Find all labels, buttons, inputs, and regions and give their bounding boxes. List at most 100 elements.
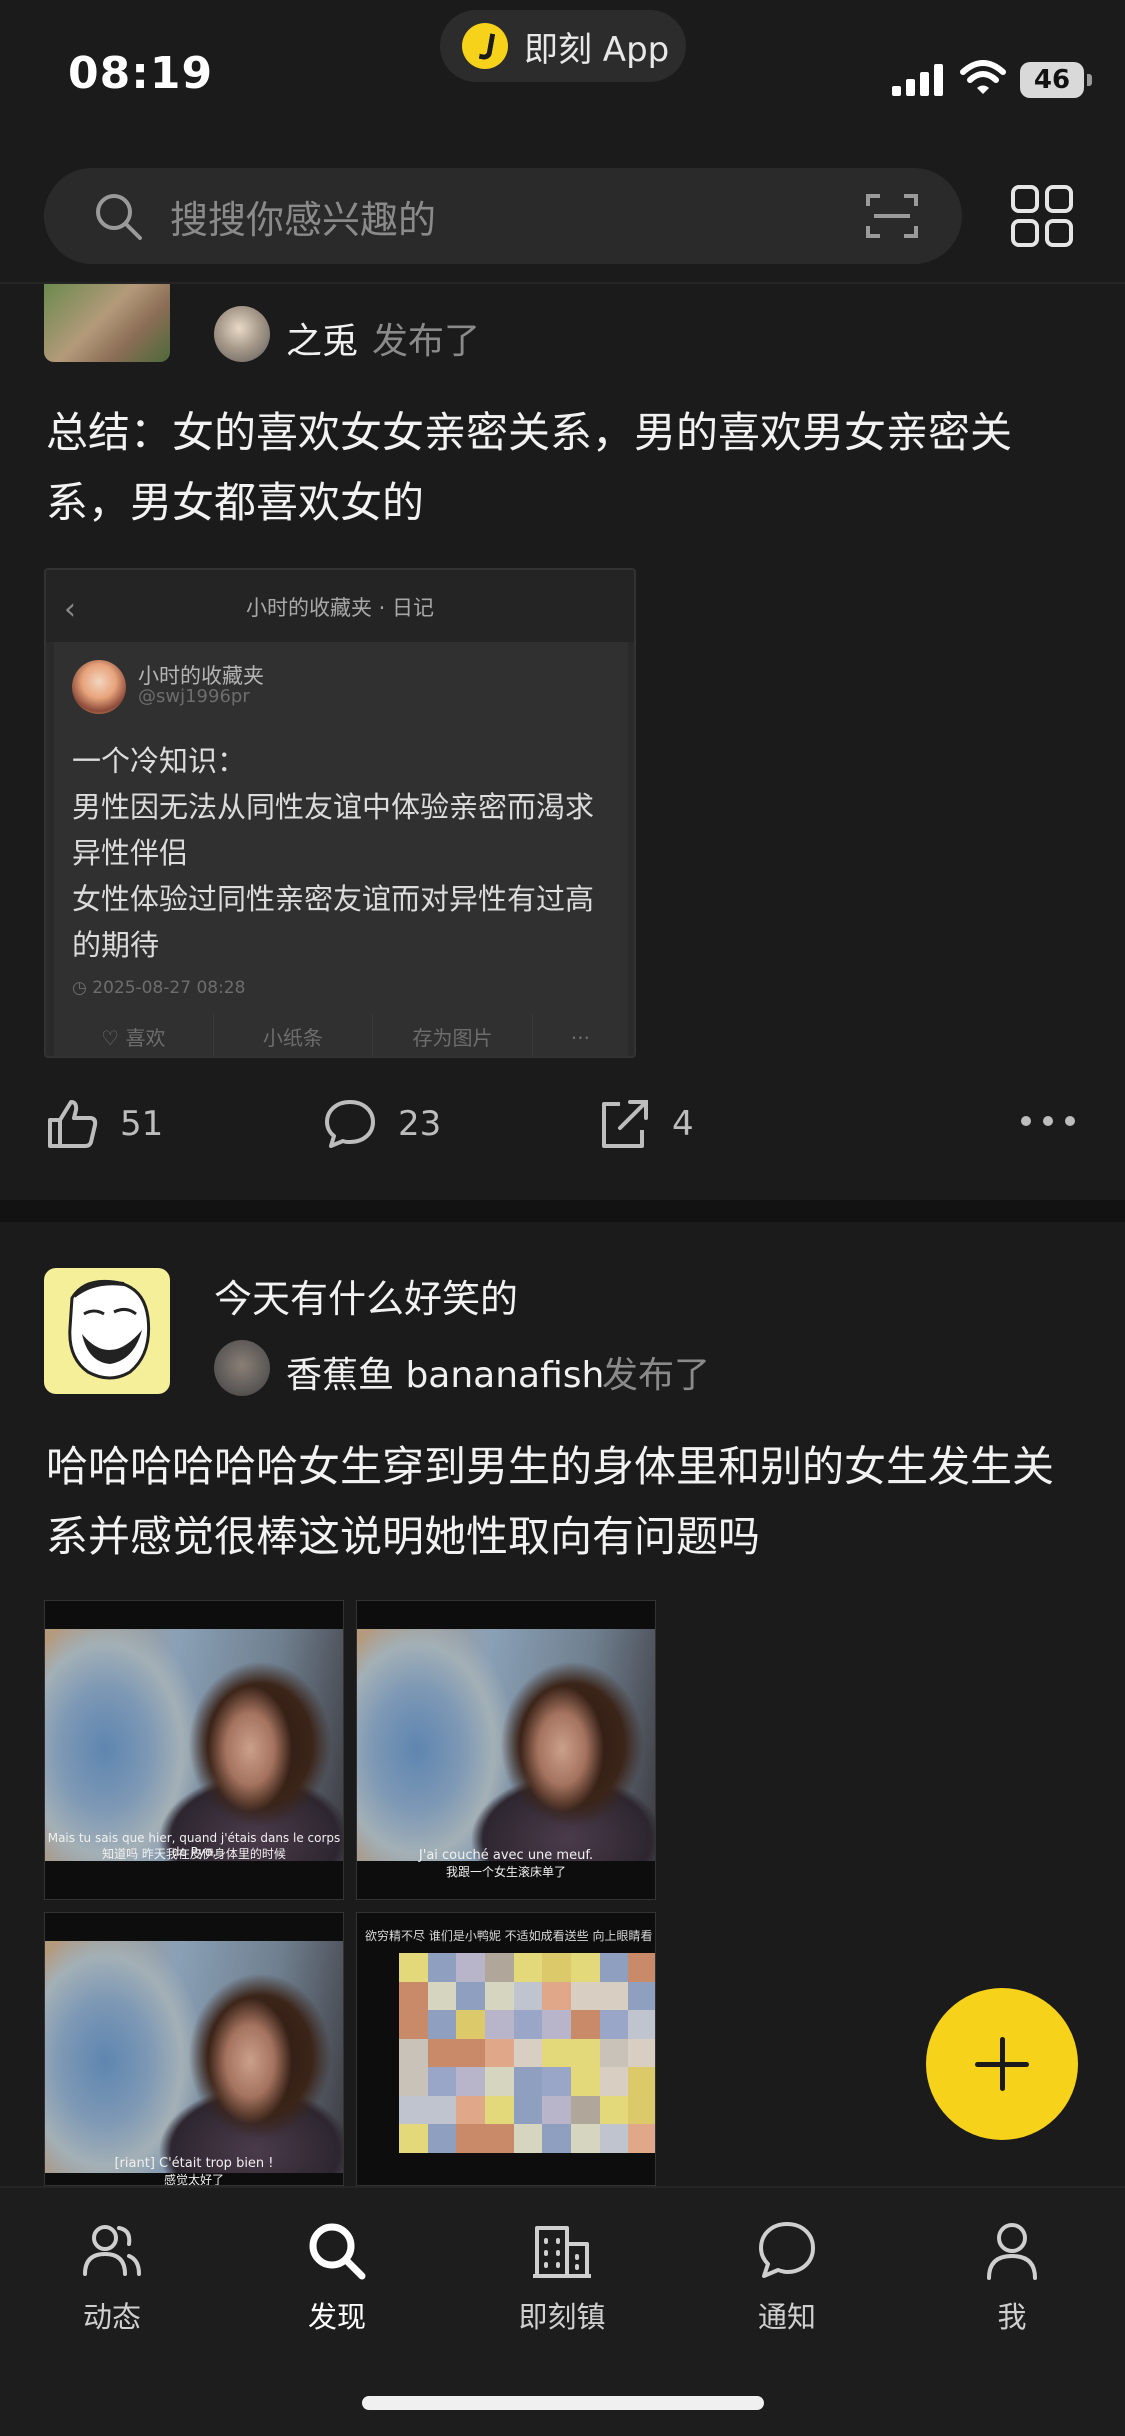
mosaic-tile	[570, 1953, 600, 1982]
mosaic-tile	[513, 1981, 543, 2011]
wifi-icon	[960, 60, 1006, 94]
mosaic-tile	[628, 1953, 655, 1982]
mosaic-tile	[456, 1953, 485, 1982]
app-pill-label: 即刻 App	[524, 29, 670, 70]
mosaic-tile	[542, 2095, 571, 2125]
pixelated-mosaic	[399, 1953, 655, 2153]
tab-feed[interactable]: 动态	[22, 2218, 202, 2336]
post1-text[interactable]: 总结：女的喜欢女女亲密关系，男的喜欢男女亲密关系，男女都喜欢女的	[46, 398, 1086, 538]
post1-comment-button[interactable]: 23	[322, 1096, 441, 1152]
post1-image[interactable]: ‹ 小时的收藏夹 · 日记 小时的收藏夹 @swj1996pr 一个冷知识： 男…	[44, 568, 636, 1058]
create-post-button[interactable]	[926, 1988, 1078, 2140]
tab-label: 动态	[82, 2300, 141, 2334]
tab-notifications[interactable]: 通知	[697, 2218, 877, 2336]
search-placeholder: 搜搜你感兴趣的	[170, 197, 437, 242]
post2-published-label: 发布了	[602, 1355, 711, 1396]
post2-image[interactable]: [riant] C'était trop bien ! 感觉太好了	[44, 1912, 344, 2186]
post2-image[interactable]: J'ai couché avec une meuf. 我跟一个女生滚床单了	[356, 1600, 656, 1900]
mosaic-tile	[570, 2124, 600, 2153]
mosaic-tile	[599, 1981, 629, 2011]
mosaic-tile	[542, 1953, 571, 1982]
post-separator	[0, 1200, 1125, 1222]
mosaic-tile	[542, 2038, 571, 2068]
post1-share-button[interactable]: 4	[596, 1096, 694, 1152]
mosaic-tile	[599, 2010, 629, 2039]
cellular-signal-icon	[892, 64, 943, 96]
mosaic-tile	[399, 1953, 428, 1982]
image-subtitle: 我跟一个女生滚床单了	[445, 1865, 566, 1879]
grid-menu-icon[interactable]	[1010, 184, 1074, 248]
mosaic-tile	[427, 2038, 457, 2068]
mosaic-tile	[484, 2038, 514, 2068]
thumbs-up-icon	[48, 1100, 98, 1148]
tab-me[interactable]: 我	[922, 2218, 1102, 2336]
image-subtitle: J'ai couché avec une meuf.	[418, 1848, 594, 1863]
image-caption: 欲穷精不尽 谁们是小鸭妮 不适如成看送些 向上眼睛看	[365, 1929, 653, 1943]
post1-author-avatar[interactable]	[214, 306, 270, 362]
mosaic-tile	[599, 2095, 629, 2125]
battery-indicator: 46	[1020, 62, 1092, 98]
post2-author[interactable]: 香蕉鱼 bananafish	[286, 1346, 604, 1398]
building-icon	[533, 2226, 591, 2278]
tab-jike-town[interactable]: 即刻镇	[472, 2218, 652, 2336]
mosaic-tile	[456, 2067, 485, 2096]
mosaic-tile	[542, 2010, 571, 2039]
post1-topic-avatar[interactable]	[44, 284, 170, 362]
shot-card: 小时的收藏夹 @swj1996pr 一个冷知识： 男性因无法从同性友谊中体验亲密…	[54, 642, 628, 1056]
mosaic-tile	[542, 1981, 571, 2011]
mosaic-tile	[484, 1981, 514, 2011]
post2-image[interactable]: Mais tu sais que hier, quand j'étais dan…	[44, 1600, 344, 1900]
mosaic-tile	[427, 2010, 457, 2039]
mosaic-tile	[484, 1953, 514, 1982]
troll-face-icon	[68, 1279, 151, 1380]
shot-action: 小纸条	[214, 1014, 374, 1056]
share-icon	[602, 1100, 648, 1148]
post2-topic-avatar[interactable]	[44, 1268, 170, 1394]
post1-share-count: 4	[672, 1104, 694, 1144]
chat-bubble-icon	[759, 2222, 815, 2278]
mosaic-tile	[628, 2124, 655, 2153]
post1-author[interactable]: 之兎	[286, 312, 358, 364]
mosaic-tile	[628, 2095, 655, 2125]
mosaic-tile	[456, 1981, 485, 2011]
tab-label: 通知	[757, 2300, 816, 2334]
mosaic-tile	[427, 2124, 457, 2153]
shot-line: 一个冷知识：	[72, 744, 247, 778]
post2-text[interactable]: 哈哈哈哈哈哈女生穿到男生的身体里和别的女生发生关系并感觉很棒这说明她性取向有问题…	[46, 1432, 1086, 1572]
tab-label: 我	[997, 2300, 1027, 2334]
mosaic-tile	[513, 2124, 543, 2153]
post2-image-censored[interactable]: 欲穷精不尽 谁们是小鸭妮 不适如成看送些 向上眼睛看	[356, 1912, 656, 2186]
mosaic-tile	[427, 1953, 457, 1982]
post2-author-avatar[interactable]	[214, 1340, 270, 1396]
mosaic-tile	[542, 2124, 571, 2153]
mosaic-tile	[427, 2095, 457, 2125]
shot-date-text: 2025-08-27 08:28	[92, 978, 246, 998]
shot-action: ···	[570, 1026, 590, 1050]
shot-actions: ♡ 喜欢 小纸条 存为图片 ···	[54, 1014, 628, 1056]
post1-like-count: 51	[120, 1104, 164, 1144]
shot-avatar	[72, 660, 126, 714]
more-options-icon[interactable]	[1020, 1110, 1076, 1132]
scan-icon[interactable]	[866, 192, 918, 240]
mosaic-tile	[599, 2124, 629, 2153]
search-bar[interactable]: 搜搜你感兴趣的	[44, 168, 962, 264]
mosaic-tile	[513, 1953, 543, 1982]
shot-date: ◷ 2025-08-27 08:28	[72, 978, 246, 998]
post2-topic[interactable]: 今天有什么好笑的	[214, 1268, 518, 1323]
mosaic-tile	[399, 2010, 428, 2039]
search-icon	[96, 194, 142, 240]
mosaic-tile	[513, 2095, 543, 2125]
mosaic-tile	[399, 2067, 428, 2096]
mosaic-tile	[570, 2038, 600, 2068]
image-subtitle: 感觉太好了	[163, 2173, 224, 2186]
mosaic-tile	[456, 2095, 485, 2125]
app-pill[interactable]: 即刻 App	[440, 10, 686, 82]
mosaic-tile	[399, 1981, 428, 2011]
image-scene	[357, 1629, 655, 1861]
tab-discover[interactable]: 发现	[247, 2218, 427, 2336]
mosaic-tile	[599, 1953, 629, 1982]
post1-like-button[interactable]: 51	[44, 1096, 163, 1152]
post1-published-label: 发布了	[372, 321, 481, 362]
image-scene	[45, 1941, 343, 2173]
mosaic-tile	[513, 2067, 543, 2096]
